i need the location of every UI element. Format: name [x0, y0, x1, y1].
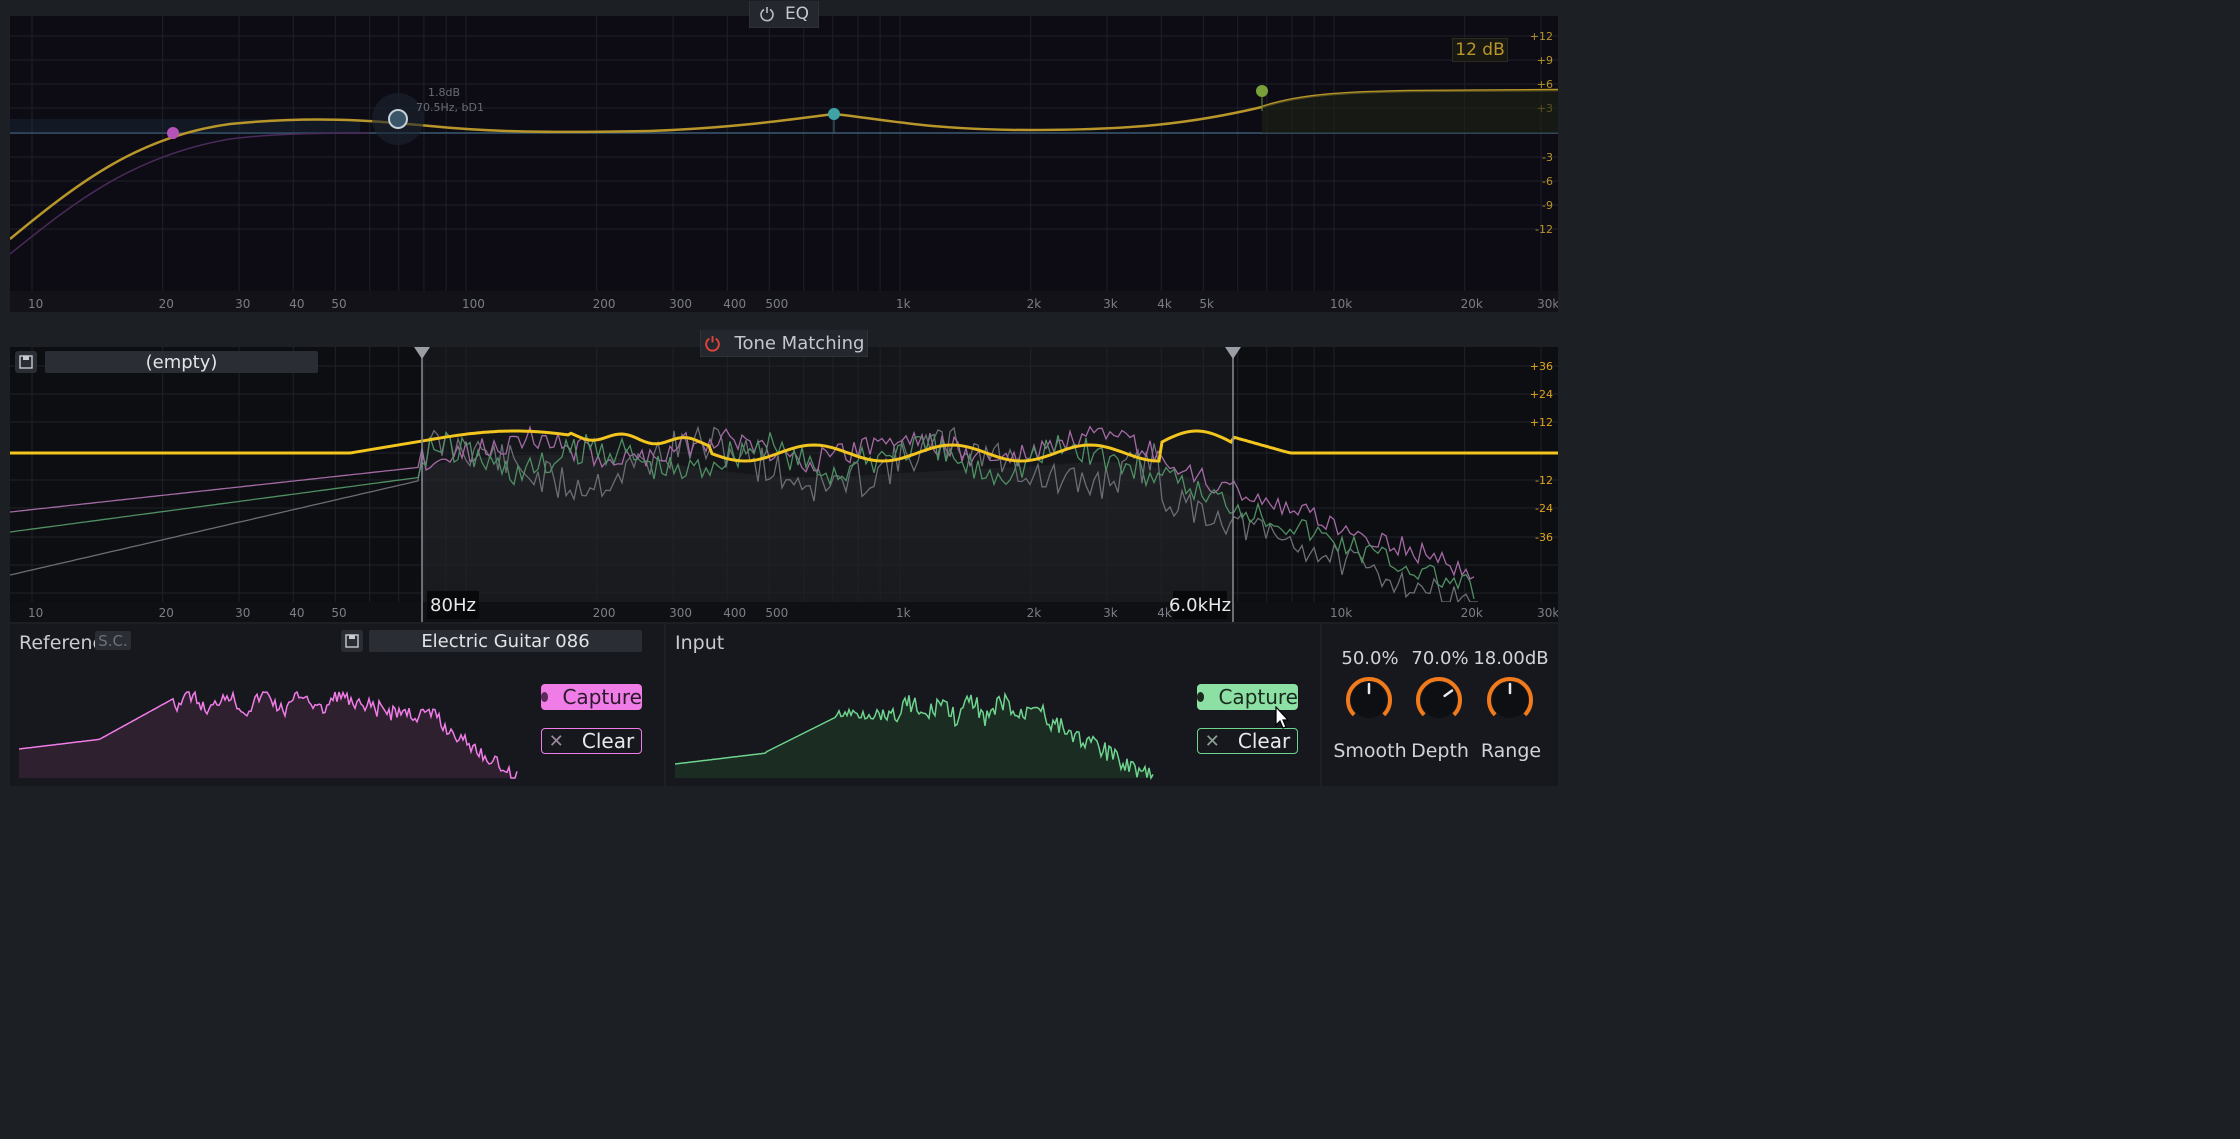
eq-db-range: 12 dB	[1455, 40, 1505, 60]
tone-power-icon[interactable]	[704, 335, 721, 352]
clear-x-icon: ✕	[548, 730, 564, 752]
eq-freq-tick-label: 100	[462, 297, 485, 311]
tone-freq-tick-label: 10k	[1330, 606, 1352, 620]
reference-capture-button[interactable]: Capture	[541, 684, 642, 710]
tone-save-preset-icon[interactable]	[15, 351, 37, 373]
eq-freq-tick-label: 20k	[1461, 297, 1483, 311]
eq-freq-tick-label: 500	[765, 297, 788, 311]
eq-freq-tick-label: 30	[235, 297, 250, 311]
eq-freq-tick-label: 20	[159, 297, 174, 311]
eq-freq-tick-label: 4k	[1157, 297, 1172, 311]
reference-capture-label: Capture	[562, 685, 642, 709]
tone-preset-name: (empty)	[145, 351, 218, 373]
eq-db-tick-label: -12	[1535, 223, 1553, 236]
eq-db-tick-label: +9	[1537, 54, 1553, 67]
eq-freq-tick-label: 40	[289, 297, 304, 311]
tone-freq-tick-label: 30	[235, 606, 250, 620]
reference-clear-label: Clear	[581, 729, 635, 753]
knobs-panel: 50.0% 70.0% 18.00dB Smooth Depth Range	[1322, 624, 1558, 786]
tone-graph[interactable]: 10 20 30 40 50 200 300 400 500 1k 2k 3k 4k 10k 20k 30k …	[10, 347, 1558, 622]
eq-node-2[interactable]	[388, 109, 408, 129]
eq-title: EQ	[784, 4, 810, 24]
smooth-knob[interactable]	[1346, 677, 1392, 718]
eq-node-freq-label: 70.5Hz, bD1	[416, 101, 484, 114]
eq-freq-tick-label: 10k	[1330, 297, 1352, 311]
tone-high-freq: 6.0kHz	[1168, 594, 1232, 616]
eq-freq-tick-label: 50	[331, 297, 346, 311]
eq-freq-tick-label: 5k	[1199, 297, 1214, 311]
tone-freq-tick-label: 10	[28, 606, 43, 620]
eq-node-gain-label: 1.8dB	[428, 86, 460, 99]
range-label: Range	[1480, 740, 1542, 762]
tone-freq-tick-label: 3k	[1103, 606, 1118, 620]
tone-db-tick-label: -36	[1535, 531, 1553, 544]
eq-node-1[interactable]	[167, 127, 179, 139]
eq-db-tick-label: -6	[1542, 175, 1553, 188]
eq-freq-tick-label: 30k	[1537, 297, 1558, 311]
tone-db-tick-label: +24	[1530, 388, 1553, 401]
tone-high-freq-badge[interactable]: 6.0kHz	[1169, 591, 1231, 619]
tone-freq-tick-label: 400	[723, 606, 746, 620]
eq-db-tick-label: +12	[1530, 30, 1553, 43]
tone-freq-tick-label: 20k	[1461, 606, 1483, 620]
tone-preset-field[interactable]: (empty)	[45, 351, 318, 373]
depth-knob[interactable]	[1416, 677, 1462, 718]
tone-freq-tick-label: 50	[331, 606, 346, 620]
tone-freq-tick-label: 300	[669, 606, 692, 620]
reference-clear-button[interactable]: ✕ Clear	[541, 728, 642, 754]
record-dot-icon	[1197, 692, 1205, 702]
eq-freq-tick-label: 2k	[1027, 297, 1042, 311]
tone-low-freq: 80Hz	[430, 594, 476, 616]
tone-db-tick-label: +12	[1530, 416, 1553, 429]
eq-db-range-badge[interactable]: 12 dB	[1452, 38, 1508, 62]
tone-freq-tick-label: 1k	[896, 606, 911, 620]
record-dot-icon	[541, 692, 549, 702]
eq-header-tab: EQ	[749, 1, 819, 28]
eq-freq-tick-label: 1k	[896, 297, 911, 311]
eq-node-3[interactable]	[828, 108, 840, 120]
eq-freq-tick-label: 10	[28, 297, 43, 311]
eq-db-tick-label: -3	[1542, 151, 1553, 164]
eq-power-icon[interactable]	[759, 6, 775, 22]
tone-freq-tick-label: 500	[765, 606, 788, 620]
tone-low-freq-badge[interactable]: 80Hz	[427, 591, 479, 619]
tone-freq-tick-label: 40	[289, 606, 304, 620]
eq-freq-tick-label: 400	[723, 297, 746, 311]
input-clear-button[interactable]: ✕ Clear	[1197, 728, 1298, 754]
clear-x-icon: ✕	[1204, 730, 1220, 752]
eq-freq-tick-label: 200	[593, 297, 616, 311]
tone-freq-tick-label: 30k	[1537, 606, 1558, 620]
input-panel: Input Capture ✕ Clear	[666, 624, 1320, 786]
tone-title: Tone Matching	[734, 332, 865, 354]
tone-freq-tick-label: 2k	[1027, 606, 1042, 620]
reference-panel: Reference S.C. Electric Guitar 086 Captu…	[10, 624, 664, 786]
tone-db-tick-label: -12	[1535, 474, 1553, 487]
tone-header-tab: Tone Matching	[700, 330, 868, 357]
tone-panel: 10 20 30 40 50 200 300 400 500 1k 2k 3k 4k 10k 20k 30k …	[10, 347, 1558, 622]
eq-panel: 10 20 30 40 50 100 200 300 400 500 1k 2k 3k 4k 5k 10k 20…	[10, 16, 1558, 312]
eq-graph[interactable]: 10 20 30 40 50 100 200 300 400 500 1k 2k 3k 4k 5k 10k 20…	[10, 16, 1558, 312]
eq-db-tick-label: -9	[1542, 199, 1553, 212]
input-clear-label: Clear	[1237, 729, 1291, 753]
tone-freq-tick-label: 20	[159, 606, 174, 620]
tone-db-tick-label: +36	[1530, 360, 1553, 373]
mouse-cursor-icon	[1275, 706, 1290, 729]
range-knob[interactable]	[1487, 677, 1533, 718]
eq-freq-tick-label: 300	[669, 297, 692, 311]
eq-node-4[interactable]	[1256, 85, 1268, 97]
tone-db-tick-label: -24	[1535, 502, 1553, 515]
tone-freq-tick-label: 200	[593, 606, 616, 620]
eq-freq-tick-label: 3k	[1103, 297, 1118, 311]
